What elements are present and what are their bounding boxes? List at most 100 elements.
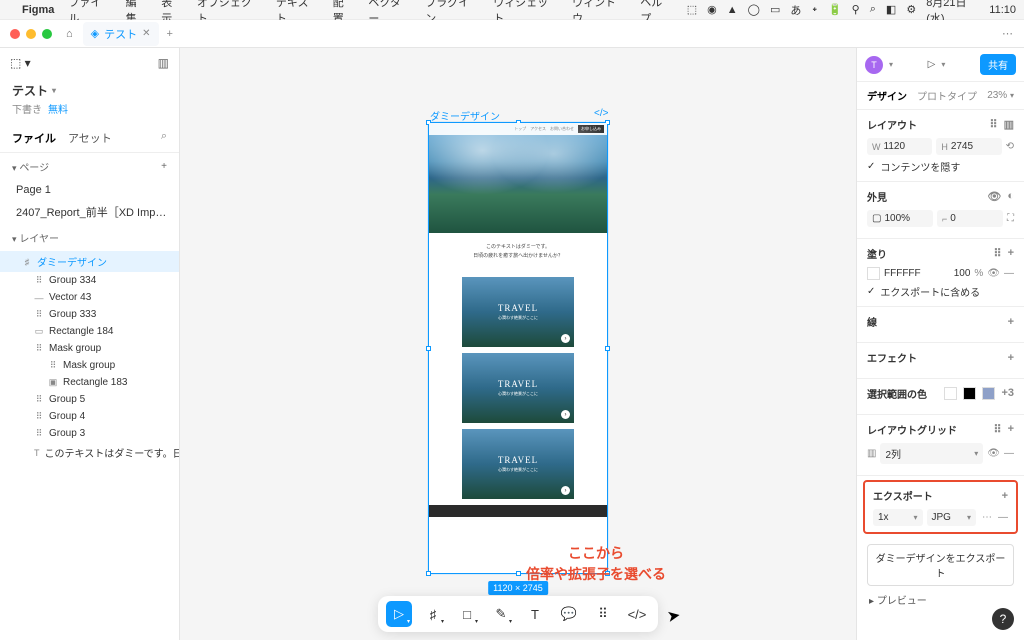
clip-checkbox[interactable]: ✓ bbox=[867, 161, 875, 172]
width-field[interactable]: W1120 bbox=[867, 138, 932, 155]
more-colors[interactable]: +3 bbox=[1001, 387, 1014, 400]
layer-item[interactable]: ⠿Group 3 bbox=[0, 425, 179, 442]
play-dropdown-icon[interactable]: ▾ bbox=[941, 60, 945, 69]
status-input-icon[interactable]: あ bbox=[790, 2, 801, 18]
move-tool[interactable]: ▷▾ bbox=[386, 601, 412, 627]
layer-item[interactable]: ⠿Mask group bbox=[0, 357, 179, 374]
add-export-button[interactable]: + bbox=[1002, 490, 1008, 502]
search-icon[interactable]: ⌕ bbox=[161, 130, 167, 146]
grid-select[interactable]: 2列▾ bbox=[880, 443, 983, 464]
export-format-select[interactable]: JPG▾ bbox=[927, 509, 977, 526]
layer-item[interactable]: ⠿Group 334 bbox=[0, 272, 179, 289]
align-icon[interactable]: ⠿ bbox=[990, 118, 998, 131]
panels-toggle-icon[interactable]: ▥ bbox=[158, 56, 169, 70]
close-window-button[interactable] bbox=[10, 29, 20, 39]
export-scale-select[interactable]: 1x▾ bbox=[873, 509, 923, 526]
help-button[interactable]: ? bbox=[992, 608, 1014, 630]
add-effect-button[interactable]: + bbox=[1008, 352, 1014, 364]
file-free-badge[interactable]: 無料 bbox=[48, 101, 68, 116]
avatar-dropdown-icon[interactable]: ▾ bbox=[889, 60, 893, 69]
tab-prototype[interactable]: プロトタイプ bbox=[917, 88, 977, 103]
layer-item[interactable]: ⠿Group 4 bbox=[0, 408, 179, 425]
layer-item[interactable]: ⠿Group 333 bbox=[0, 306, 179, 323]
resize-handle[interactable] bbox=[426, 571, 431, 576]
avatar[interactable]: T bbox=[865, 56, 883, 74]
layer-item[interactable]: ⠿Group 5 bbox=[0, 391, 179, 408]
grid-type-icon[interactable]: ▥ bbox=[867, 448, 876, 459]
fill-visibility-icon[interactable]: 👁 bbox=[987, 268, 1000, 279]
layer-item[interactable]: ⠿Mask group bbox=[0, 340, 179, 357]
fullscreen-window-button[interactable] bbox=[42, 29, 52, 39]
status-user-icon[interactable]: ◧ bbox=[886, 3, 896, 16]
color-swatch-black[interactable] bbox=[963, 387, 976, 400]
tab-design[interactable]: デザイン bbox=[867, 88, 907, 103]
link-dimensions-icon[interactable]: ⟲ bbox=[1006, 141, 1014, 152]
status-search-icon[interactable]: ⌕ bbox=[870, 3, 876, 16]
layer-frame[interactable]: ♯ダミーデザイン bbox=[0, 251, 179, 272]
left-tab-asset[interactable]: アセット bbox=[68, 130, 112, 146]
add-page-button[interactable]: + bbox=[161, 161, 167, 172]
fill-pct[interactable]: 100 bbox=[954, 268, 971, 279]
status-play-icon[interactable]: ◯ bbox=[748, 3, 760, 16]
remove-export-button[interactable]: — bbox=[998, 512, 1008, 523]
color-swatch-white[interactable] bbox=[944, 387, 957, 400]
minimize-window-button[interactable] bbox=[26, 29, 36, 39]
resize-handle[interactable] bbox=[516, 571, 521, 576]
status-battery-icon[interactable]: 🔋 bbox=[828, 3, 842, 16]
fill-swatch[interactable] bbox=[867, 267, 880, 280]
pen-tool[interactable]: ✎▾ bbox=[488, 601, 514, 627]
close-tab-icon[interactable]: ✕ bbox=[142, 28, 150, 39]
overflow-menu-icon[interactable]: ⋯ bbox=[1002, 27, 1014, 40]
status-wifi-icon[interactable]: ⚲ bbox=[852, 3, 860, 16]
layer-item[interactable]: Tこのテキストはダミーです。日... bbox=[0, 442, 179, 463]
status-figma-icon[interactable]: ⬚ bbox=[687, 3, 697, 16]
file-title[interactable]: テスト ▾ bbox=[0, 78, 179, 101]
play-icon[interactable]: ▷ bbox=[928, 59, 936, 70]
share-button[interactable]: 共有 bbox=[980, 54, 1016, 75]
add-stroke-button[interactable]: + bbox=[1008, 316, 1014, 328]
dev-mode-icon[interactable]: </> bbox=[594, 108, 608, 119]
layer-item[interactable]: ▭Rectangle 184 bbox=[0, 323, 179, 340]
pages-label[interactable]: ページ bbox=[19, 163, 49, 174]
status-display-icon[interactable]: ▭ bbox=[770, 3, 780, 16]
frame-label[interactable]: ダミーデザイン bbox=[430, 108, 500, 123]
autolayout-icon[interactable]: ▥ bbox=[1004, 118, 1014, 131]
status-control-icon[interactable]: ⚙ bbox=[906, 3, 916, 16]
blend-icon[interactable]: ◐ bbox=[1007, 190, 1014, 203]
resize-handle[interactable] bbox=[426, 346, 431, 351]
resize-handle[interactable] bbox=[605, 346, 610, 351]
remove-grid-button[interactable]: — bbox=[1004, 448, 1014, 459]
fill-hex[interactable]: FFFFFF bbox=[884, 268, 950, 279]
shape-tool[interactable]: □▾ bbox=[454, 601, 480, 627]
layer-item[interactable]: —Vector 43 bbox=[0, 289, 179, 306]
home-icon[interactable]: ⌂ bbox=[66, 28, 73, 40]
grid-styles-icon[interactable]: ⠿ bbox=[994, 423, 1002, 436]
height-field[interactable]: H2745 bbox=[936, 138, 1001, 155]
status-line-icon[interactable]: ◉ bbox=[707, 3, 717, 16]
dev-mode-toggle[interactable]: </> bbox=[624, 601, 650, 627]
file-tab[interactable]: ◈ テスト ✕ bbox=[83, 22, 159, 46]
page-item[interactable]: 2407_Report_前半［XD Import］(30-Ju... bbox=[0, 200, 179, 224]
styles-icon[interactable]: ⠿ bbox=[994, 247, 1002, 260]
corner-field[interactable]: ⌐0 bbox=[937, 210, 1003, 227]
export-options-icon[interactable]: ⋯ bbox=[980, 512, 994, 523]
add-grid-button[interactable]: + bbox=[1008, 423, 1014, 436]
color-swatch-blue[interactable] bbox=[982, 387, 995, 400]
menubar-time[interactable]: 11:10 bbox=[989, 4, 1016, 16]
left-tab-file[interactable]: ファイル bbox=[12, 130, 56, 146]
corner-detail-icon[interactable]: ⛶ bbox=[1007, 213, 1014, 224]
export-button[interactable]: ダミーデザインをエクスポート bbox=[867, 544, 1014, 586]
include-export-checkbox[interactable]: ✓ bbox=[867, 286, 875, 297]
opacity-field[interactable]: ▢100% bbox=[867, 210, 933, 227]
status-app-icon[interactable]: ▲ bbox=[727, 4, 738, 16]
layers-label[interactable]: レイヤー bbox=[19, 234, 59, 245]
text-tool[interactable]: T bbox=[522, 601, 548, 627]
main-menu-button[interactable]: ⬚ ▾ bbox=[10, 56, 31, 70]
actions-tool[interactable]: ⠿ bbox=[590, 601, 616, 627]
layer-item[interactable]: ▣Rectangle 183 bbox=[0, 374, 179, 391]
visibility-icon[interactable]: 👁 bbox=[987, 190, 1001, 203]
add-fill-button[interactable]: + bbox=[1008, 247, 1014, 260]
page-item[interactable]: Page 1 bbox=[0, 180, 179, 200]
frame-tool[interactable]: ♯▾ bbox=[420, 601, 446, 627]
new-tab-button[interactable]: + bbox=[167, 28, 173, 40]
